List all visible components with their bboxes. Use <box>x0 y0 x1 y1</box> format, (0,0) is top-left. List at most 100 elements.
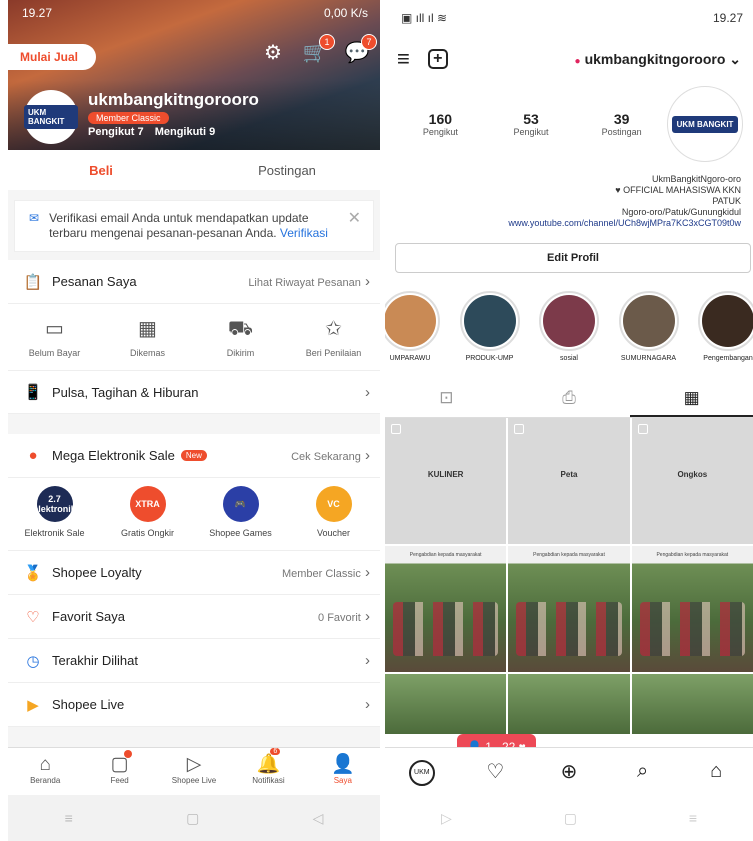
bio: UkmBangkitNgoro-oro ♥ OFFICIAL MAHASISWA… <box>385 166 753 229</box>
post-tile[interactable]: KULINER <box>385 418 507 544</box>
highlight-item[interactable]: PRODUK-UMP <box>457 291 523 362</box>
stat-followers[interactable]: 160 Pengikut <box>395 111 486 137</box>
promo-electronic-sale[interactable]: 2.7 elektronik Elektronik Sale <box>8 486 101 538</box>
tagged-tab-icon[interactable]: ⊡ <box>385 380 508 417</box>
post-tile[interactable]: Pengabdian kepada masyarakat <box>508 546 630 672</box>
highlight-item[interactable]: UMPARAWU <box>385 291 443 362</box>
profile-tabs: ⊡ ⎙ ▦ <box>385 380 753 418</box>
home-square-icon[interactable]: ▢ <box>564 810 577 827</box>
grid-tab-icon[interactable]: ▦ <box>630 380 753 417</box>
loyalty-row[interactable]: 🏅 Shopee Loyalty Member Classic <box>8 551 380 595</box>
post-tile[interactable]: Pengabdian kepada masyarakat <box>631 546 753 672</box>
mega-label: Mega Elektronik Sale <box>52 448 175 463</box>
highlight-item[interactable]: Pengembangan <box>695 291 753 362</box>
follow-counts: Pengikut 7 Mengikuti 9 <box>88 126 223 138</box>
clock-icon: ◷ <box>26 652 40 670</box>
nav-feed[interactable]: ▢ Feed <box>82 748 156 795</box>
post-tile[interactable] <box>508 674 630 734</box>
account-switcher[interactable]: ● ukmbangkitngorooro ⌄ <box>575 51 741 68</box>
edit-profile-button[interactable]: Edit Profil <box>395 243 751 273</box>
new-post-plus-icon[interactable]: + <box>427 49 448 69</box>
person-icon: 👤 <box>330 754 355 775</box>
profile-header: 19.27 0,00 K/s Mulai Jual ⚙ 🛒 1 💬 7 UKM BA… <box>8 0 380 150</box>
bio-link[interactable]: www.youtube.com/channel/UCh8wjMPra7KC3xC… <box>397 218 741 229</box>
promo-games[interactable]: 🎮 Shopee Games <box>194 486 287 538</box>
live-icon: ▶ <box>27 696 39 714</box>
settings-gear-icon[interactable]: ⚙ <box>260 40 286 66</box>
status-icons-left: ▣ ıll ıl ≋ <box>401 11 448 25</box>
post-tile[interactable]: Ongkos <box>631 418 753 544</box>
tab-beli[interactable]: Beli <box>8 163 194 178</box>
heart-icon: ♡ <box>26 608 40 626</box>
order-state-unpaid[interactable]: ▭ Belum Bayar <box>8 314 101 358</box>
instagram-panel: ▣ ıll ıl ≋ 19.27 ≡ + ● ukmbangkitngorooro… <box>385 0 753 841</box>
profile-avatar[interactable]: UKM BANGKIT <box>667 86 744 162</box>
shopee-live-row[interactable]: ▶ Shopee Live <box>8 683 380 727</box>
back-icon[interactable]: ◁ <box>313 810 324 827</box>
menu-icon[interactable]: ≡ <box>65 810 73 826</box>
pulsa-row[interactable]: 📱 Pulsa, Tagihan & Hiburan <box>8 370 380 414</box>
verify-link[interactable]: Verifikasi <box>280 226 328 240</box>
nav-me[interactable]: 👤 Saya <box>306 748 380 795</box>
recently-viewed-row[interactable]: ◷ Terakhir Dilihat <box>8 639 380 683</box>
nav-activity-heart-icon[interactable]: ♡ <box>459 759 533 784</box>
multi-post-icon <box>514 424 525 434</box>
promo-free-shipping[interactable]: XTRA Gratis Ongkir <box>101 486 194 538</box>
highlight-item[interactable]: SUMURNAGARA <box>616 291 682 362</box>
avatar[interactable]: UKM BANGKIT <box>24 90 78 144</box>
promo-grid: 2.7 elektronik Elektronik Sale XTRA Gratis… <box>8 478 380 551</box>
nav-home-icon[interactable]: ⌂ <box>679 760 753 783</box>
chat-icon[interactable]: 💬 7 <box>344 34 377 66</box>
status-right: 0,00 K/s <box>323 6 368 20</box>
tab-postingan[interactable]: Postingan <box>194 163 380 178</box>
nav-search-icon[interactable]: ⌕ <box>606 760 680 783</box>
menu-icon[interactable]: ≡ <box>689 810 697 826</box>
star-icon: ✩ <box>325 318 342 340</box>
notification-count: 6 <box>270 748 281 755</box>
chat-badge: 7 <box>361 34 377 50</box>
orders-row[interactable]: 📋 Pesanan Saya Lihat Riwayat Pesanan <box>8 260 380 304</box>
post-tile[interactable] <box>631 674 753 734</box>
mega-sale-row[interactable]: ● Mega Elektronik Sale New Cek Sekarang <box>8 434 380 478</box>
promo-voucher[interactable]: VC Voucher <box>287 486 380 538</box>
back-icon[interactable]: ▷ <box>441 810 452 827</box>
voucher-icon: VC <box>315 486 352 522</box>
order-state-rate[interactable]: ✩ Beri Penilaian <box>287 314 380 358</box>
video-icon: ▷ <box>186 754 202 775</box>
highlight-item[interactable]: sosial <box>536 291 602 362</box>
order-status-grid: ▭ Belum Bayar ▦ Dikemas ⛟ Dikirim ✩ Beri Pen… <box>8 304 380 370</box>
profile-avatar-icon: UKM <box>408 760 435 786</box>
order-state-packed[interactable]: ▦ Dikemas <box>101 314 194 358</box>
nav-live[interactable]: ▷ Shopee Live <box>157 748 231 795</box>
nav-home[interactable]: ⌂ Beranda <box>8 748 82 795</box>
notification-dot-icon: ● <box>574 55 581 67</box>
sell-button[interactable]: Mulai Jual <box>8 44 97 70</box>
followers-count[interactable]: Pengikut 7 <box>88 126 144 138</box>
nav-notifications[interactable]: 6 🔔 Notifikasi <box>231 748 305 795</box>
post-tile[interactable]: Pengabdian kepada masyarakat <box>385 546 507 672</box>
hamburger-menu-icon[interactable]: ≡ <box>397 46 410 72</box>
close-icon[interactable]: ✕ <box>348 211 361 227</box>
clipboard-icon: 📋 <box>23 273 43 291</box>
cart-icon[interactable]: 🛒 1 <box>302 34 335 66</box>
member-badge[interactable]: Member Classic <box>88 112 169 124</box>
post-tile[interactable]: Peta <box>508 418 630 544</box>
profile-tabs: Beli Postingan <box>8 150 380 190</box>
stat-following[interactable]: 53 Pengikut <box>486 111 577 137</box>
post-tile[interactable] <box>385 674 507 734</box>
nav-new-post-icon[interactable]: ⊕ <box>532 759 606 784</box>
guides-tab-icon[interactable]: ⎙ <box>508 380 631 417</box>
status-bar: ▣ ıll ıl ≋ 19.27 <box>385 0 753 36</box>
check-now-link[interactable]: Cek Sekarang <box>291 447 370 464</box>
nav-profile[interactable]: UKM <box>385 757 459 786</box>
order-history-link[interactable]: Lihat Riwayat Pesanan <box>248 273 370 290</box>
truck-icon: ⛟ <box>227 318 254 340</box>
electronic-sale-icon: 2.7 elektronik <box>33 486 76 522</box>
order-state-shipped[interactable]: ⛟ Dikirim <box>194 314 287 358</box>
stat-posts[interactable]: 39 Postingan <box>576 111 667 137</box>
cart-badge: 1 <box>319 34 335 50</box>
pulsa-label: Pulsa, Tagihan & Hiburan <box>52 384 199 400</box>
home-square-icon[interactable]: ▢ <box>186 810 199 827</box>
favorites-row[interactable]: ♡ Favorit Saya 0 Favorit <box>8 595 380 639</box>
following-count[interactable]: Mengikuti 9 <box>155 126 216 138</box>
